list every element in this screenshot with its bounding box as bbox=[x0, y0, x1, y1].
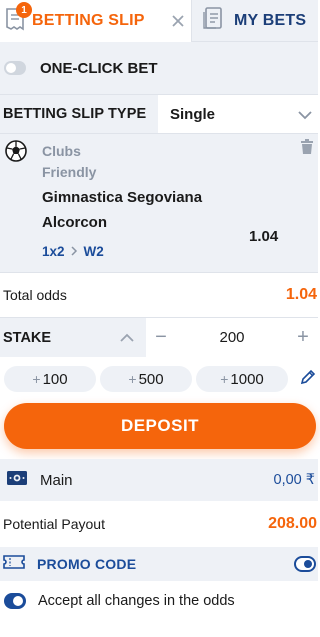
bet-market-type: 1x2 bbox=[42, 244, 65, 259]
quick-stake-100-button[interactable]: + 100 bbox=[4, 366, 96, 392]
bet-count-badge: 1 bbox=[16, 2, 32, 18]
plus-sign: + bbox=[128, 371, 137, 387]
payout-row: Potential Payout 208.00 bbox=[0, 501, 318, 547]
promo-label: PROMO CODE bbox=[37, 556, 137, 572]
stake-label-cell: STAKE bbox=[0, 318, 146, 357]
one-click-bet-row: ONE-CLICK BET bbox=[0, 42, 318, 94]
total-odds-value: 1.04 bbox=[285, 286, 317, 303]
close-icon[interactable] bbox=[168, 11, 188, 31]
payout-label: Potential Payout bbox=[3, 516, 105, 532]
slip-type-label: BETTING SLIP TYPE bbox=[3, 106, 147, 122]
quick-stake-amount: 1000 bbox=[230, 370, 264, 388]
document-list-icon bbox=[202, 6, 224, 35]
stake-input[interactable]: − 200 + bbox=[146, 318, 318, 357]
one-click-label: ONE-CLICK BET bbox=[40, 59, 158, 77]
bet-team-home: Gimnastica Segoviana bbox=[42, 189, 203, 206]
deposit-button[interactable]: DEPOSIT bbox=[4, 403, 316, 449]
bet-outcome: W2 bbox=[83, 244, 104, 259]
deposit-wrap: DEPOSIT bbox=[0, 401, 318, 459]
slip-type-row: BETTING SLIP TYPE Single bbox=[0, 94, 318, 134]
quick-stake-1000-button[interactable]: + 1000 bbox=[196, 366, 288, 392]
quick-stake-amount: 100 bbox=[42, 370, 68, 388]
stake-row: STAKE − 200 + bbox=[0, 317, 318, 357]
account-balance: 0,00 ₹ bbox=[273, 472, 315, 488]
bet-market: 1x2 W2 bbox=[42, 244, 104, 259]
stake-increase-button[interactable]: + bbox=[288, 326, 318, 349]
account-left: Main bbox=[6, 470, 73, 491]
accept-changes-row: Accept all changes in the odds bbox=[0, 581, 318, 621]
chevron-down-icon bbox=[298, 107, 312, 124]
trash-icon[interactable] bbox=[300, 139, 314, 160]
pencil-icon[interactable] bbox=[300, 369, 316, 390]
bet-card: Clubs Friendly Gimnastica Segoviana Alco… bbox=[0, 134, 318, 273]
one-click-toggle[interactable] bbox=[4, 61, 26, 75]
chevron-up-icon[interactable] bbox=[120, 331, 134, 347]
payout-value: 208.00 bbox=[268, 515, 317, 532]
slip-type-select[interactable]: Single bbox=[158, 95, 318, 133]
stake-decrease-button[interactable]: − bbox=[146, 326, 176, 349]
promo-left: PROMO CODE bbox=[3, 554, 136, 575]
soccer-ball-icon bbox=[5, 140, 27, 167]
total-odds-row: Total odds 1.04 bbox=[0, 273, 318, 317]
bet-team-away: Alcorcon bbox=[42, 214, 108, 231]
ticket-icon bbox=[3, 554, 25, 575]
quick-stake-500-button[interactable]: + 500 bbox=[100, 366, 192, 392]
accept-changes-label: Accept all changes in the odds bbox=[38, 593, 235, 609]
plus-sign: + bbox=[220, 371, 229, 387]
slip-type-value: Single bbox=[170, 105, 216, 123]
chevron-right-icon bbox=[71, 245, 78, 259]
bet-odd: 1.04 bbox=[249, 228, 279, 245]
bet-league: Friendly bbox=[42, 164, 97, 180]
tab-my-bets[interactable]: MY BETS bbox=[192, 0, 318, 42]
stake-value[interactable]: 200 bbox=[219, 329, 244, 346]
bet-sport: Clubs bbox=[42, 143, 81, 159]
promo-toggle[interactable] bbox=[294, 556, 316, 572]
tab-bar: 1 BETTING SLIP MY BETS bbox=[0, 0, 318, 42]
stake-label: STAKE bbox=[3, 329, 52, 346]
wallet-icon bbox=[6, 470, 28, 491]
tab-betting-slip-label: BETTING SLIP bbox=[32, 12, 145, 29]
total-odds-label: Total odds bbox=[3, 287, 67, 303]
promo-row[interactable]: PROMO CODE bbox=[0, 547, 318, 581]
quick-stake-row: + 100 + 500 + 1000 bbox=[0, 357, 318, 401]
accept-changes-toggle[interactable] bbox=[4, 593, 26, 609]
plus-sign: + bbox=[32, 371, 41, 387]
account-label: Main bbox=[40, 471, 73, 489]
tab-my-bets-label: MY BETS bbox=[234, 11, 307, 29]
tab-betting-slip[interactable]: 1 BETTING SLIP bbox=[0, 0, 192, 42]
account-row[interactable]: Main 0,00 ₹ bbox=[0, 459, 318, 501]
quick-stake-amount: 500 bbox=[138, 370, 164, 388]
